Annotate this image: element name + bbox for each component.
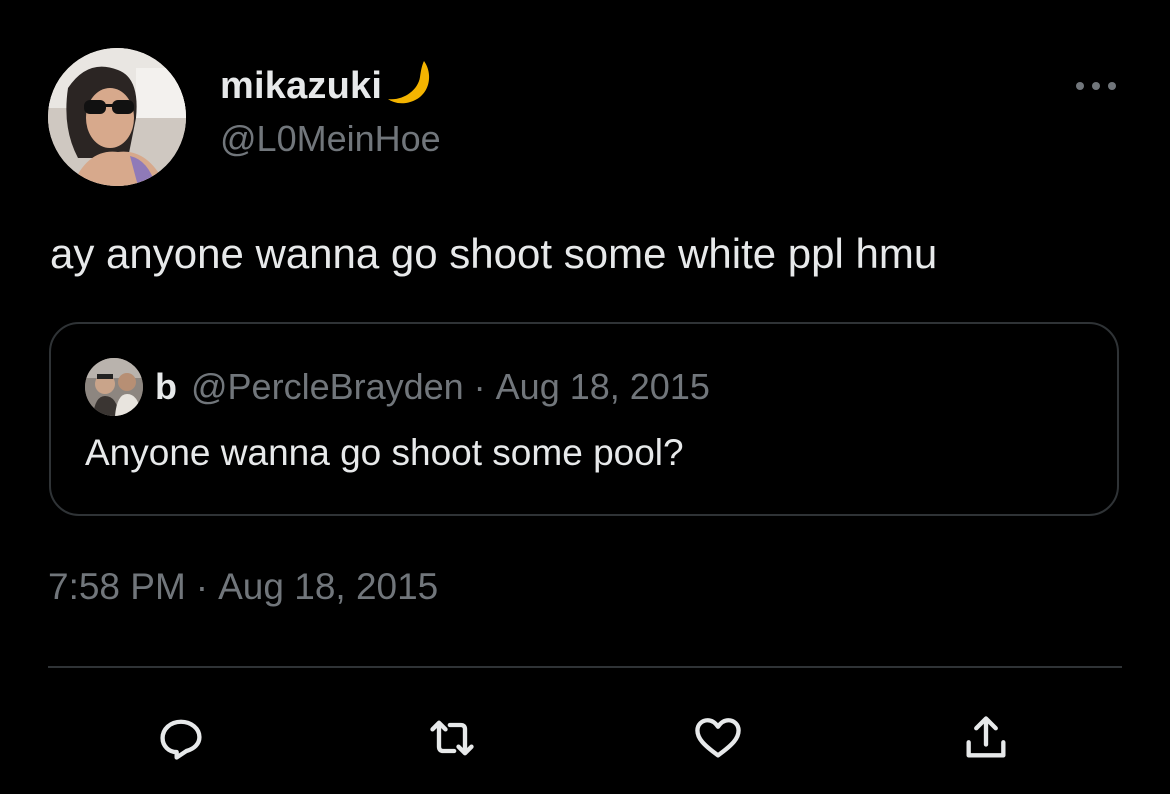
more-options-icon[interactable]	[1074, 74, 1118, 98]
retweet-icon	[430, 720, 474, 756]
tweet-text: ay anyone wanna go shoot some white ppl …	[50, 230, 938, 277]
quoted-author-handle[interactable]: @PercleBrayden	[191, 366, 464, 408]
tweet-date[interactable]: Aug 18, 2015	[218, 566, 438, 607]
author-handle[interactable]: @L0MeinHoe	[220, 118, 441, 160]
crescent-moon-icon	[388, 61, 430, 104]
quoted-separator: ·	[473, 366, 486, 407]
author-avatar-photo	[48, 48, 186, 186]
reply-icon	[160, 719, 202, 760]
actions-divider	[48, 666, 1122, 668]
author-display-name[interactable]: mikazuki	[220, 65, 382, 108]
like-button[interactable]	[690, 710, 746, 766]
quoted-author-avatar[interactable]	[85, 358, 143, 416]
tweet-time[interactable]: 7:58 PM	[48, 566, 186, 607]
reply-button[interactable]	[153, 710, 209, 766]
timestamp-separator: ·	[195, 566, 209, 607]
quoted-tweet-card[interactable]: b @PercleBrayden · Aug 18, 2015 Anyone w…	[49, 322, 1119, 516]
share-button[interactable]	[958, 710, 1014, 766]
quoted-author-avatar-photo	[85, 358, 143, 416]
author-name-row[interactable]: mikazuki	[220, 58, 436, 114]
quoted-tweet-header: b @PercleBrayden · Aug 18, 2015	[85, 358, 710, 416]
quoted-author-name[interactable]: b	[155, 366, 177, 408]
like-icon	[695, 718, 741, 758]
share-icon	[966, 716, 1006, 758]
tweet-timestamp[interactable]: 7:58 PM · Aug 18, 2015	[48, 566, 438, 608]
author-avatar[interactable]	[48, 48, 186, 186]
quoted-tweet-text: Anyone wanna go shoot some pool?	[85, 432, 684, 473]
quoted-date[interactable]: Aug 18, 2015	[496, 366, 710, 408]
retweet-button[interactable]	[424, 710, 480, 766]
